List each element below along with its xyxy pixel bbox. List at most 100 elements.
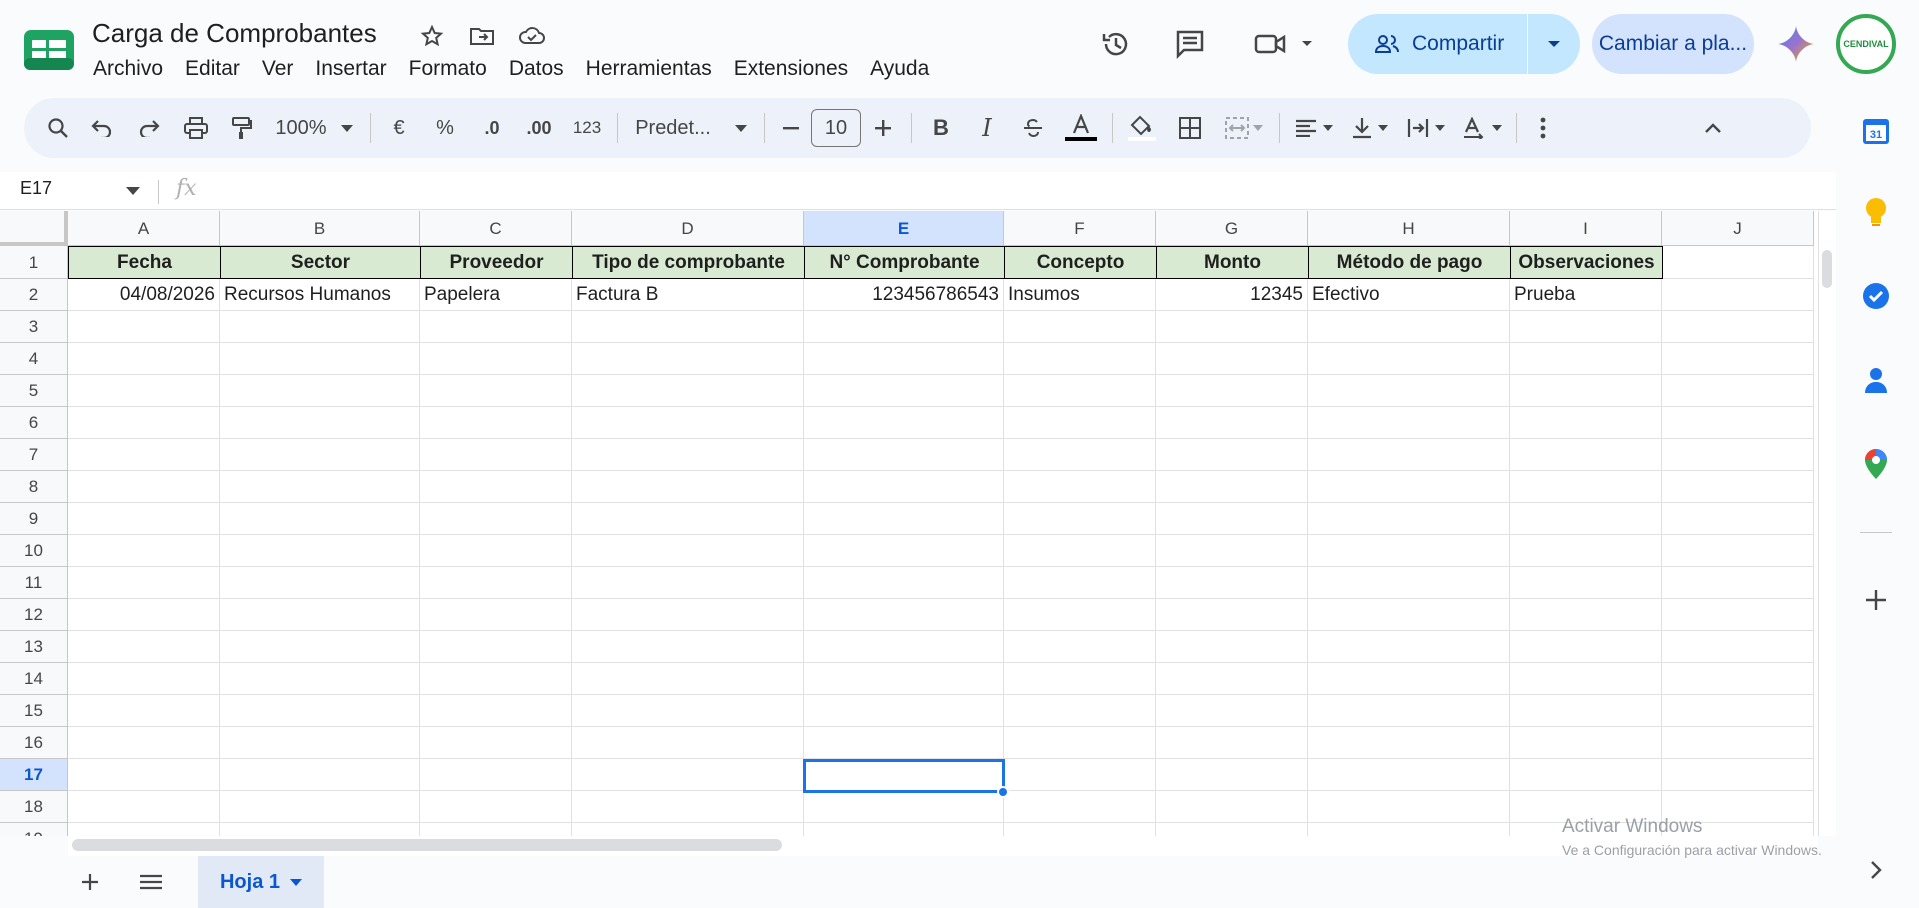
column-header-a[interactable]: A [68, 211, 220, 246]
row-header-16[interactable]: 16 [0, 727, 68, 759]
grid-cell[interactable] [572, 695, 804, 727]
search-menus-icon[interactable] [38, 108, 78, 148]
grid-cell[interactable] [804, 503, 1004, 535]
grid-cell[interactable] [1156, 599, 1308, 631]
grid-cell[interactable] [572, 759, 804, 791]
header-cell-concepto[interactable]: Concepto [1004, 246, 1157, 279]
grid-cell[interactable] [68, 503, 220, 535]
fill-handle[interactable] [997, 786, 1009, 798]
horizontal-align-icon[interactable] [1286, 108, 1342, 148]
grid-cell[interactable] [1308, 471, 1510, 503]
grid-cell[interactable] [68, 791, 220, 823]
grid-cell[interactable] [420, 695, 572, 727]
currency-format-button[interactable]: € [377, 108, 421, 148]
gemini-sparkle-icon[interactable] [1774, 22, 1818, 66]
sheet-tab-hoja-1[interactable]: Hoja 1 [198, 856, 324, 908]
grid-cell[interactable] [1308, 311, 1510, 343]
horizontal-scroll-thumb[interactable] [72, 839, 782, 851]
grid-cell[interactable] [1510, 727, 1662, 759]
grid-cell[interactable] [420, 727, 572, 759]
menu-editar[interactable]: Editar [174, 54, 251, 84]
text-wrapping-icon[interactable] [1398, 108, 1454, 148]
grid-cell[interactable] [220, 759, 420, 791]
grid-cell[interactable] [1156, 631, 1308, 663]
grid-cell[interactable] [1510, 407, 1662, 439]
grid-cell[interactable] [804, 599, 1004, 631]
grid-cell[interactable] [420, 311, 572, 343]
grid-cell[interactable] [220, 407, 420, 439]
font-family-select[interactable]: Predet... [624, 108, 758, 148]
grid-cell[interactable] [1662, 631, 1814, 663]
grid-cell[interactable] [1004, 375, 1156, 407]
grid-cell[interactable] [1004, 759, 1156, 791]
grid-cell[interactable] [804, 631, 1004, 663]
grid-cell[interactable] [1004, 343, 1156, 375]
grid-cell[interactable] [68, 535, 220, 567]
grid-cell[interactable] [220, 471, 420, 503]
grid-cell[interactable] [1004, 599, 1156, 631]
row-header-3[interactable]: 3 [0, 311, 68, 343]
vertical-scroll-thumb[interactable] [1822, 250, 1832, 288]
grid-cell[interactable] [1662, 695, 1814, 727]
grid-cell[interactable] [804, 311, 1004, 343]
grid-cell[interactable] [1662, 471, 1814, 503]
row-header-5[interactable]: 5 [0, 375, 68, 407]
grid-cell[interactable] [68, 343, 220, 375]
decrease-decimal-button[interactable]: .0 [469, 108, 515, 148]
column-header-b[interactable]: B [220, 211, 420, 246]
grid-cell[interactable] [68, 471, 220, 503]
row-header-19[interactable]: 19 [0, 823, 68, 836]
grid-cell[interactable] [1510, 375, 1662, 407]
grid-cell[interactable] [1156, 535, 1308, 567]
grid-cell[interactable] [1156, 823, 1308, 836]
header-cell-sector[interactable]: Sector [220, 246, 421, 279]
grid-cell[interactable] [572, 791, 804, 823]
active-cell-selection[interactable] [803, 759, 1005, 793]
grid-cell[interactable] [1662, 599, 1814, 631]
grid-cell[interactable] [220, 599, 420, 631]
cloud-saved-icon[interactable] [516, 20, 548, 52]
grid-cell[interactable] [420, 791, 572, 823]
collapse-toolbar-icon[interactable] [1693, 108, 1733, 148]
grid-cell[interactable] [1156, 407, 1308, 439]
column-header-j[interactable]: J [1662, 211, 1814, 246]
grid-cell[interactable] [68, 695, 220, 727]
grid-cell[interactable] [1004, 471, 1156, 503]
grid-cell[interactable] [220, 343, 420, 375]
grid-cell[interactable] [1662, 503, 1814, 535]
cell-concepto[interactable]: Insumos [1004, 279, 1156, 311]
grid-cell[interactable] [1004, 727, 1156, 759]
version-history-icon[interactable] [1094, 22, 1138, 66]
grid-cell[interactable] [220, 791, 420, 823]
grid-cell[interactable] [1308, 695, 1510, 727]
grid-cell[interactable] [1510, 759, 1662, 791]
grid-cell[interactable] [1156, 439, 1308, 471]
grid-cell[interactable] [1662, 727, 1814, 759]
grid-cell[interactable] [1004, 503, 1156, 535]
undo-icon[interactable] [78, 108, 126, 148]
grid-cell[interactable] [1004, 791, 1156, 823]
calendar-icon[interactable]: 31 [1858, 112, 1894, 148]
grid-cell[interactable] [804, 567, 1004, 599]
name-box-dropdown-icon[interactable] [126, 187, 140, 195]
grid-cell[interactable] [68, 311, 220, 343]
italic-icon[interactable]: I [964, 108, 1010, 148]
cell-metodo-pago[interactable]: Efectivo [1308, 279, 1510, 311]
grid-cell[interactable] [1662, 407, 1814, 439]
grid-cell[interactable] [68, 663, 220, 695]
document-title[interactable]: Carga de Comprobantes [92, 18, 377, 49]
menu-datos[interactable]: Datos [498, 54, 575, 84]
share-dropdown-icon[interactable] [1528, 14, 1580, 74]
zoom-select[interactable]: 100% [264, 108, 364, 148]
redo-icon[interactable] [126, 108, 172, 148]
grid-cell[interactable] [1004, 567, 1156, 599]
get-addons-icon[interactable] [1858, 582, 1894, 618]
header-cell-tipo-comprobante[interactable]: Tipo de comprobante [572, 246, 805, 279]
text-rotation-icon[interactable] [1454, 108, 1510, 148]
grid-cell[interactable] [1308, 759, 1510, 791]
menu-insertar[interactable]: Insertar [304, 54, 397, 84]
select-all-corner[interactable] [0, 211, 68, 246]
grid-cell[interactable] [420, 343, 572, 375]
menu-extensiones[interactable]: Extensiones [723, 54, 859, 84]
grid-cell[interactable] [1156, 311, 1308, 343]
